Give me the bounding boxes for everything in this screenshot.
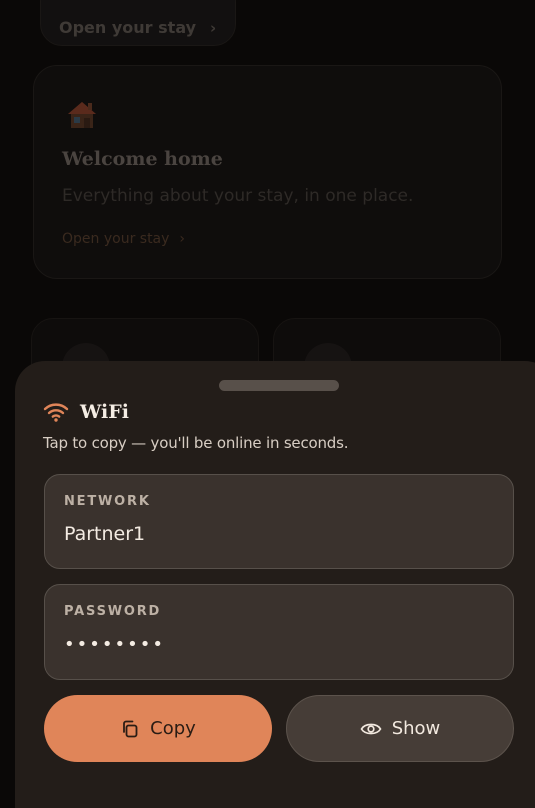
network-value[interactable]: Partner1 — [64, 523, 145, 545]
open-stay-pill-label: Open your stay — [59, 18, 197, 37]
eye-icon — [360, 723, 382, 734]
welcome-card[interactable]: Welcome home Everything about your stay,… — [33, 65, 502, 279]
open-stay-pill[interactable]: Open your stay › — [40, 0, 236, 46]
copy-button[interactable]: Copy — [44, 695, 272, 762]
wifi-icon — [43, 403, 69, 422]
chevron-right-icon: › — [179, 231, 186, 247]
password-value[interactable]: •••••••• — [64, 634, 165, 655]
copy-button-label: Copy — [150, 718, 196, 739]
open-stay-link[interactable]: Open your stay › — [62, 231, 185, 247]
network-field[interactable]: NETWORK Partner1 — [44, 474, 514, 569]
show-button[interactable]: Show — [286, 695, 514, 762]
sheet-header: WiFi — [43, 401, 129, 423]
password-field[interactable]: PASSWORD •••••••• — [44, 584, 514, 680]
copy-icon — [123, 720, 138, 737]
open-stay-link-label: Open your stay — [62, 231, 170, 247]
wifi-bottom-sheet: WiFi Tap to copy — you'll be online in s… — [15, 361, 535, 808]
welcome-title: Welcome home — [62, 148, 223, 170]
house-icon — [68, 102, 96, 128]
password-label: PASSWORD — [64, 604, 162, 619]
sheet-drag-handle[interactable] — [219, 380, 339, 391]
chevron-right-icon: › — [210, 18, 217, 37]
sheet-subtitle: Tap to copy — you'll be online in second… — [43, 434, 349, 452]
sheet-title: WiFi — [80, 401, 129, 423]
show-button-label: Show — [391, 718, 441, 739]
network-label: NETWORK — [64, 494, 151, 509]
welcome-subtitle: Everything about your stay, in one place… — [62, 186, 414, 206]
